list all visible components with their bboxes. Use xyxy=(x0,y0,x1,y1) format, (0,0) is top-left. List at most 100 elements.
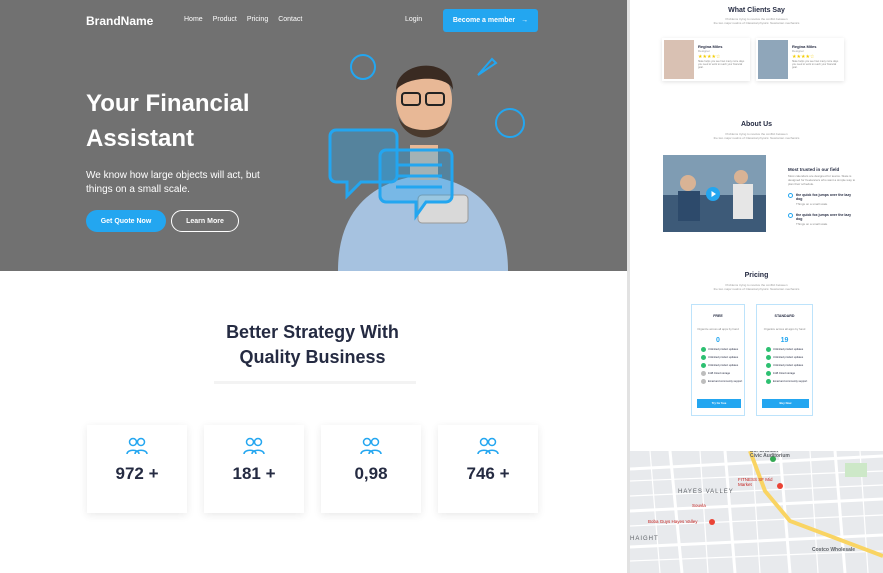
users-icon xyxy=(243,437,265,455)
nav-pricing[interactable]: Pricing xyxy=(247,16,268,23)
location-map[interactable]: Bill Graham Civic Auditorium FITNESS SF … xyxy=(630,451,883,573)
section-divider xyxy=(214,381,416,384)
plan-feature: Unlimited product updates xyxy=(766,355,812,360)
check-icon xyxy=(788,213,793,218)
plan-feature: Unlimited product updates xyxy=(701,347,744,352)
play-button[interactable] xyxy=(706,187,720,201)
stat-value: 972 + xyxy=(115,464,159,483)
try-free-button[interactable]: Try for free xyxy=(697,399,741,408)
avatar xyxy=(664,40,694,79)
trust-item-text: Things on a small scale xyxy=(796,222,828,226)
about-subtitle-line2: the two major realms of Classical physic… xyxy=(713,136,800,140)
hero-subtitle: We know how large objects will act, but … xyxy=(86,170,260,195)
plan-feature: Email and community support xyxy=(701,379,744,384)
brand-logo[interactable]: BrandName xyxy=(86,14,153,28)
nav-contact[interactable]: Contact xyxy=(278,16,302,23)
plan-feature: Unlimited product updates xyxy=(766,363,812,368)
pricing-card-free: FREE Organize across all apps by hand 0 … xyxy=(691,304,745,416)
users-icon xyxy=(360,437,382,455)
stat-value: 181 + xyxy=(232,464,276,483)
stat-card: 972 + xyxy=(87,425,187,513)
rocket-icon xyxy=(477,57,498,76)
map-label-boba-guys: Boba Guys Hayes Valley xyxy=(648,519,698,524)
learn-more-button[interactable]: Learn More xyxy=(171,210,239,232)
check-circle-icon xyxy=(766,363,771,368)
play-icon xyxy=(711,191,716,197)
map-label-fitness: FITNESS SF Mid Market xyxy=(738,477,773,487)
check-circle-icon xyxy=(766,355,771,360)
plan-price: 0 xyxy=(716,337,720,344)
map-roads xyxy=(630,451,883,573)
trust-text: Most calendars are designed for teams. S… xyxy=(788,174,856,186)
trust-item-text: Things on a small scale xyxy=(796,202,828,206)
hero-person-image xyxy=(328,54,525,271)
map-pin xyxy=(709,519,715,525)
trust-item: the quick fox jumps over the lazy dog Th… xyxy=(788,213,858,226)
pricing-card-standard: STANDARD Organize across all apps by han… xyxy=(756,304,813,416)
hero-section: BrandName Home Product Pricing Contact L… xyxy=(0,0,627,271)
testimonial-card: Regina Miles Designer ★★★★☆ Slate helps … xyxy=(756,38,844,81)
check-circle-icon xyxy=(701,371,706,376)
target-icon xyxy=(495,108,525,138)
stat-value: 746 + xyxy=(466,464,510,483)
hero-title: Your Financial Assistant xyxy=(86,90,250,152)
testimonial-card: Regina Miles Designer ★★★★☆ Slate helps … xyxy=(662,38,750,81)
plan-name: STANDARD xyxy=(774,314,795,318)
check-circle-icon xyxy=(701,363,706,368)
pricing-subtitle-line2: the two major realms of Classical physic… xyxy=(713,287,800,291)
strategy-title-line2: Quality Business xyxy=(239,347,386,367)
map-label-hayes-valley: HAYES VALLEY xyxy=(678,489,734,495)
testimonial-role: Designer xyxy=(792,49,805,53)
testimonials-title: What Clients Say xyxy=(728,7,785,14)
trust-item: the quick fox jumps over the lazy dog Th… xyxy=(788,193,858,206)
strategy-title: Better Strategy With Quality Business xyxy=(170,320,455,370)
plan-desc: Organize across all apps by hand xyxy=(697,327,739,331)
pricing-title: Pricing xyxy=(744,272,769,279)
nav-home[interactable]: Home xyxy=(184,16,203,23)
plan-feature: 1GB Cloud storage xyxy=(701,371,744,376)
plan-feature: Unlimited product updates xyxy=(766,347,812,352)
check-circle-icon xyxy=(766,379,771,384)
avatar xyxy=(758,40,788,79)
stat-value: 0,98 xyxy=(354,464,388,483)
trust-title: Most trusted in our field xyxy=(788,167,840,172)
check-circle-icon xyxy=(701,355,706,360)
plan-feature: Email and community support xyxy=(766,379,812,384)
nav-product[interactable]: Product xyxy=(213,16,237,23)
map-label-haight: HAIGHT xyxy=(630,536,659,542)
buy-now-button[interactable]: Buy Now xyxy=(762,399,809,408)
map-label-costco: Costco Wholesale xyxy=(812,547,856,553)
stat-card: 0,98 xyxy=(321,425,421,513)
plan-price: 19 xyxy=(780,337,789,344)
check-circle-icon xyxy=(701,379,706,384)
users-icon xyxy=(126,437,148,455)
strategy-title-line1: Better Strategy With xyxy=(226,322,399,342)
become-member-button[interactable]: Become a member → xyxy=(443,9,538,32)
preview-panel: What Clients Say Problems trying to reso… xyxy=(630,0,883,573)
map-label-souvla: Souvla xyxy=(692,503,706,508)
stats-row: 972 + 181 + 0,98 746 + xyxy=(87,425,538,513)
globe-icon xyxy=(350,54,376,80)
plan-desc: Organize across all apps by hand xyxy=(763,327,806,331)
check-circle-icon xyxy=(766,371,771,376)
testimonial-text: Slate helps you see how many more days y… xyxy=(698,60,745,69)
plan-feature: Unlimited product updates xyxy=(701,363,744,368)
testimonial-text: Slate helps you see how many more days y… xyxy=(792,60,839,69)
arrow-right-icon: → xyxy=(521,17,529,24)
main-nav: Home Product Pricing Contact xyxy=(184,16,302,23)
check-circle-icon xyxy=(766,347,771,352)
plan-name: FREE xyxy=(713,314,723,318)
plan-feature: 1GB Cloud storage xyxy=(766,371,812,376)
users-icon xyxy=(477,437,499,455)
check-circle-icon xyxy=(701,347,706,352)
testimonial-role: Designer xyxy=(698,49,711,53)
about-title: About Us xyxy=(740,121,773,128)
map-label-auditorium: Bill Graham Civic Auditorium xyxy=(750,451,790,459)
become-member-label: Become a member xyxy=(452,17,516,24)
login-link[interactable]: Login xyxy=(405,16,422,23)
trust-block: Most trusted in our field Most calendars… xyxy=(788,167,858,226)
stat-card: 181 + xyxy=(204,425,304,513)
plan-feature: Unlimited product updates xyxy=(701,355,744,360)
get-quote-button[interactable]: Get Quote Now xyxy=(86,210,166,232)
trust-item-title: the quick fox jumps over the lazy dog xyxy=(796,193,852,201)
